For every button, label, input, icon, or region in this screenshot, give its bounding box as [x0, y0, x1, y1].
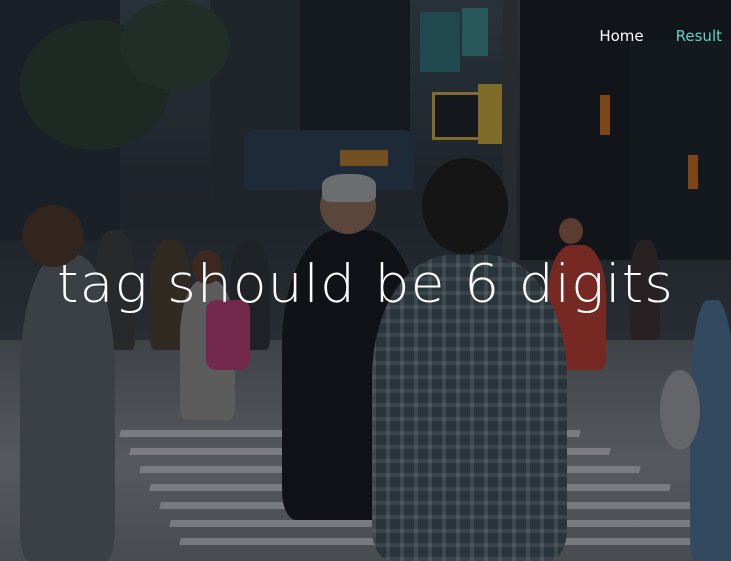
- validation-message: tag should be 6 digits: [56, 254, 675, 315]
- top-nav: Home Result: [599, 27, 722, 45]
- nav-result-link[interactable]: Result: [676, 27, 722, 45]
- nav-home-link[interactable]: Home: [599, 27, 643, 45]
- page: Home Result tag should be 6 digits: [0, 0, 731, 561]
